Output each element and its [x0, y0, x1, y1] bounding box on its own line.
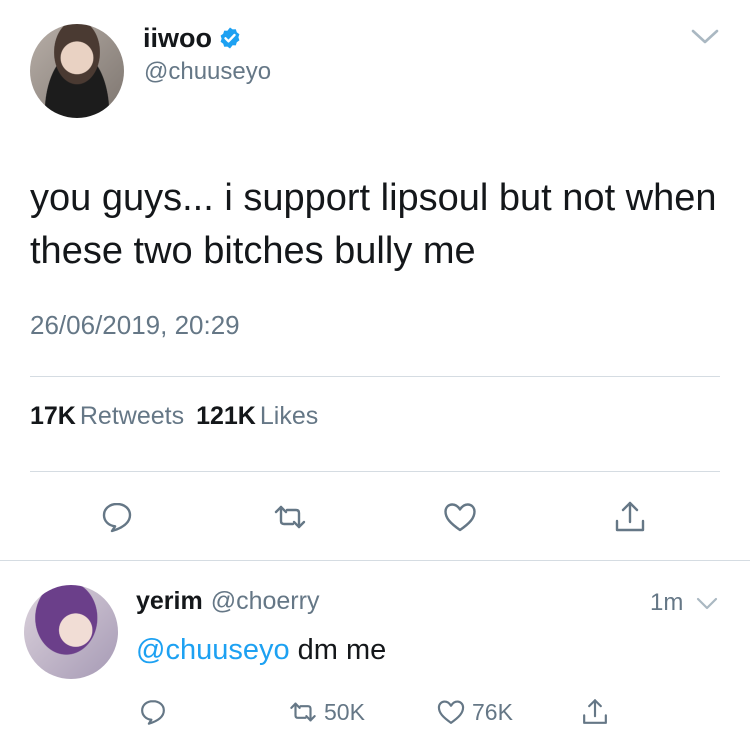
- reply-like-count: 76K: [472, 698, 513, 725]
- verified-badge-icon: [220, 27, 240, 49]
- retweet-icon[interactable]: [272, 499, 308, 535]
- share-icon: [583, 699, 607, 724]
- likes-count: 121K: [196, 402, 256, 430]
- divider: [30, 376, 720, 377]
- likes-stat[interactable]: 121K Likes: [196, 402, 318, 431]
- reply-body: dm me: [289, 634, 387, 666]
- tweet-timestamp: 26/06/2019, 20:29: [30, 310, 240, 340]
- display-name[interactable]: iiwoo: [143, 23, 212, 54]
- reply-icon: [141, 700, 165, 725]
- mention-link[interactable]: @chuuseyo: [136, 634, 290, 666]
- reply-handle[interactable]: @choerry: [211, 587, 320, 616]
- retweets-count: 17K: [30, 402, 76, 430]
- chevron-down-icon[interactable]: [696, 596, 718, 612]
- divider: [30, 471, 720, 472]
- reply-author[interactable]: yerim @choerry: [136, 587, 319, 616]
- reply-like-button[interactable]: 76K: [436, 697, 513, 727]
- reply-icon[interactable]: [99, 499, 135, 535]
- reply-retweet-count: 50K: [324, 698, 365, 725]
- tweet-text: you guys... i support lipsoul but not wh…: [30, 177, 717, 272]
- likes-label: Likes: [259, 402, 319, 430]
- heart-icon: [437, 700, 465, 724]
- retweets-label: Retweets: [79, 402, 185, 430]
- reply-reply-button[interactable]: [138, 697, 168, 727]
- heart-icon[interactable]: [442, 499, 478, 535]
- author-name-row[interactable]: iiwoo: [143, 20, 242, 56]
- retweets-stat[interactable]: 17K Retweets: [30, 402, 184, 431]
- tweet-stats: 17K Retweets 121K Likes: [30, 402, 318, 431]
- reply-text: @chuuseyo dm me: [136, 634, 386, 667]
- author-handle[interactable]: @chuuseyo: [144, 58, 271, 86]
- reply-share-button[interactable]: [580, 697, 610, 727]
- reply-avatar[interactable]: [24, 585, 118, 679]
- share-icon[interactable]: [612, 499, 648, 535]
- retweet-icon: [290, 702, 316, 722]
- avatar[interactable]: [30, 24, 124, 118]
- divider: [0, 560, 750, 561]
- chevron-down-icon[interactable]: [690, 27, 720, 47]
- reply-display-name[interactable]: yerim: [136, 587, 203, 616]
- reply-time: 1m: [650, 589, 684, 616]
- reply-retweet-button[interactable]: 50K: [288, 697, 365, 727]
